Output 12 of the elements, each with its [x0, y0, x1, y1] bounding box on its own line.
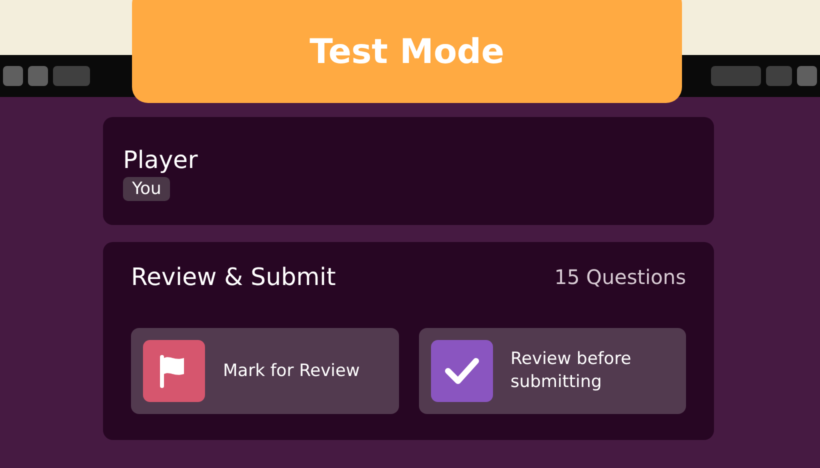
toolbar-button[interactable]: [766, 66, 792, 86]
review-title: Review & Submit: [131, 263, 336, 291]
question-count: 15 Questions: [554, 265, 686, 289]
check-icon: [444, 357, 480, 385]
toolbar-button[interactable]: [28, 66, 48, 86]
feature-label: Review before submitting: [510, 348, 632, 394]
player-heading: Player: [123, 145, 199, 175]
feature-label: Mark for Review: [223, 360, 360, 382]
toolbar-button[interactable]: [797, 66, 817, 86]
banner-title: Test Mode: [310, 32, 504, 72]
player-name-tag: You: [123, 177, 170, 201]
toolbar-button[interactable]: [3, 66, 23, 86]
